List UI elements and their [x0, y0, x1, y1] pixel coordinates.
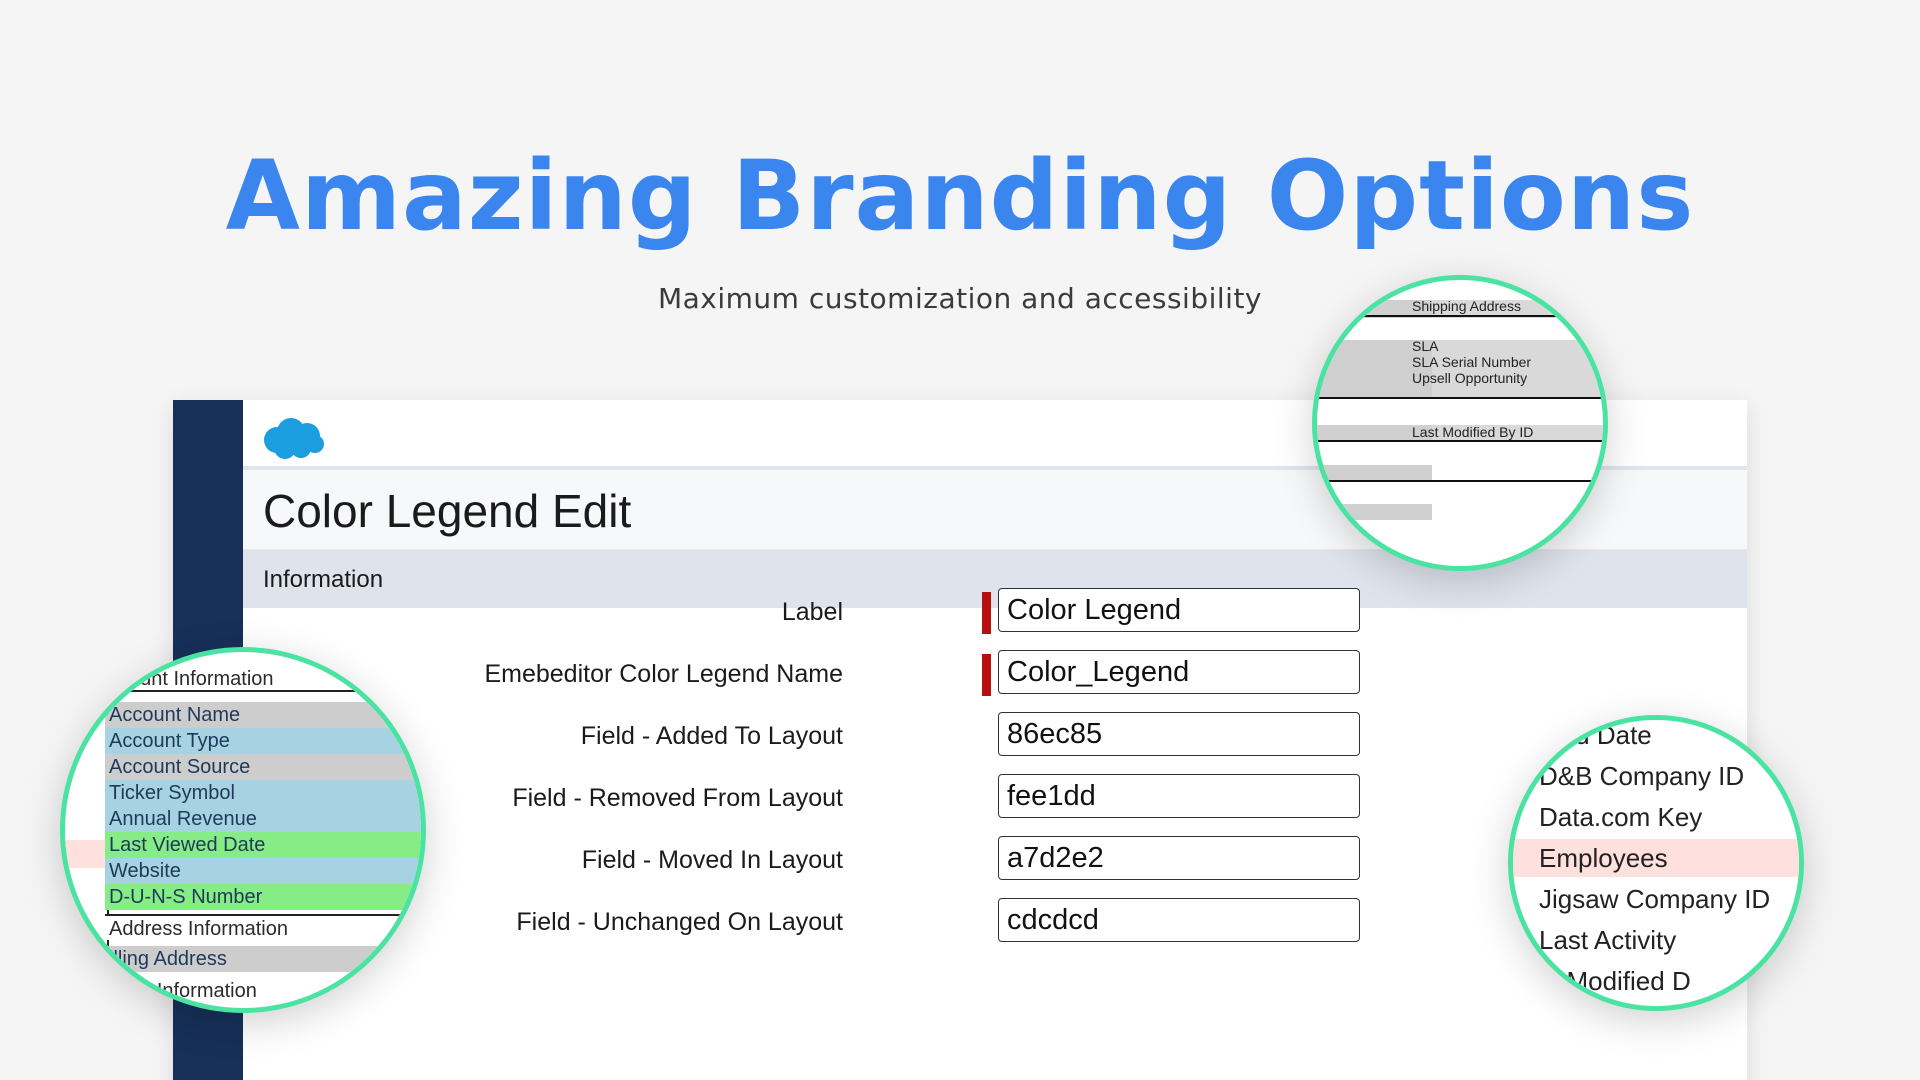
layout-field-row: Address Information [105, 914, 421, 940]
required-marker [982, 654, 991, 696]
hero-title: Amazing Branding Options [225, 140, 1695, 252]
removed-highlight [65, 840, 109, 868]
field-label: Field - Removed From Layout [512, 784, 843, 812]
layout-field-row: Data.com Key [1539, 802, 1703, 832]
layout-field-row: Website [105, 858, 421, 884]
layout-field-row: Account Name [105, 702, 421, 728]
magnifier-left: ccount Information Account Name Account Ty… [60, 647, 426, 1013]
divider [1317, 315, 1603, 317]
layout-field-row: Account Source [105, 754, 421, 780]
layout-field-row: Last Activity [1539, 925, 1677, 955]
form-row: Label Color Legend [243, 588, 1360, 634]
layout-cell [1317, 465, 1432, 481]
layout-field-label: Upsell Opportunity [1412, 370, 1528, 386]
field-input[interactable]: a7d2e2 [998, 836, 1360, 880]
hero-subtitle: Maximum customization and accessibility [657, 282, 1262, 315]
field-label: Field - Added To Layout [580, 722, 843, 750]
divider [1317, 397, 1603, 399]
divider [1317, 440, 1603, 442]
magnifier-top-right: Shipping Address SLA SLA Serial Number Upse… [1312, 275, 1608, 571]
layout-field-row: Jigsaw Company ID [1539, 884, 1771, 914]
field-input[interactable]: 86ec85 [998, 712, 1360, 756]
layout-field-row: illing Address [105, 946, 421, 972]
layout-field-row: Last Viewed Date [105, 832, 421, 858]
layout-field-row: Account Type [105, 728, 421, 754]
layout-field-row: ccount Information [105, 666, 421, 692]
layout-field-row: Ticker Symbol [105, 780, 421, 806]
field-input[interactable]: fee1dd [998, 774, 1360, 818]
divider [1317, 480, 1603, 482]
field-input[interactable]: Color_Legend [998, 650, 1360, 694]
layout-field-row: Annual Revenue [105, 806, 421, 832]
field-label: Label [781, 598, 843, 626]
layout-field-label: Last Modified By ID [1412, 424, 1534, 440]
layout-field-row: Employees [1513, 839, 1799, 877]
layout-field-row: D-U-N-S Number [105, 884, 421, 910]
layout-field-label: Shipping Address [1412, 298, 1521, 314]
layout-field-row: ional Information [105, 978, 421, 1004]
layout-field-label: SLA [1412, 338, 1439, 354]
required-marker [982, 592, 991, 634]
field-input[interactable]: cdcdcd [998, 898, 1360, 942]
magnifier-bottom-right: ated Date D&B Company ID Data.com Key Emplo… [1508, 715, 1804, 1011]
salesforce-cloud-icon[interactable] [261, 416, 325, 464]
field-label: Emebeditor Color Legend Name [484, 660, 843, 688]
field-input[interactable]: Color Legend [998, 588, 1360, 632]
field-label: Field - Moved In Layout [581, 846, 843, 874]
layout-field-row: ated Date [1539, 720, 1652, 750]
page-title: Color Legend Edit [263, 485, 632, 537]
field-label: Field - Unchanged On Layout [516, 908, 843, 936]
layout-field-row: st Modified D [1539, 966, 1691, 996]
layout-field-label: SLA Serial Number [1412, 354, 1532, 370]
layout-field-row: D&B Company ID [1539, 761, 1745, 791]
layout-cell [1317, 504, 1432, 520]
